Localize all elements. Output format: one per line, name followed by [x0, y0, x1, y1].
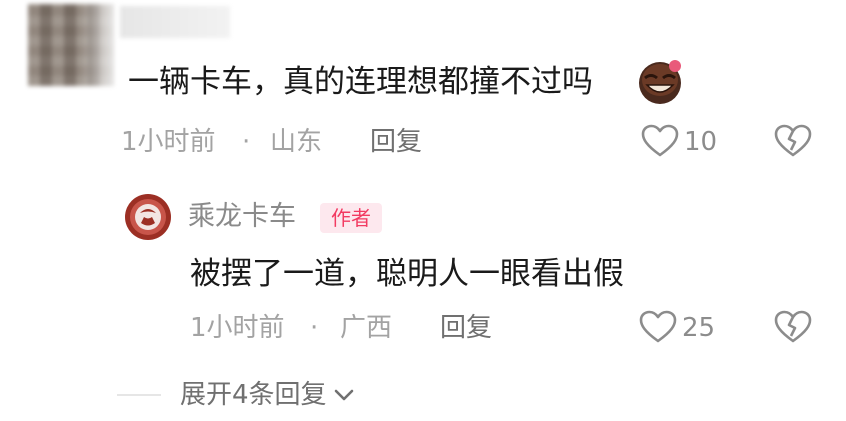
- reply-location: 广西: [340, 313, 393, 343]
- comment-reply-button[interactable]: 回复: [370, 126, 422, 158]
- like-heart-icon[interactable]: [640, 123, 680, 159]
- comment-text: 一辆卡车，真的连理想都撞不过吗: [128, 64, 593, 100]
- like-heart-icon[interactable]: [638, 309, 678, 345]
- chevron-down-icon: [333, 387, 355, 403]
- reply-text: 被摆了一道，聪明人一眼看出假: [190, 256, 624, 292]
- comment-location: 山东: [270, 127, 323, 157]
- meta-dot: ·: [242, 127, 251, 157]
- author-avatar[interactable]: [124, 193, 172, 241]
- expand-replies-button[interactable]: 展开4条回复: [180, 378, 355, 412]
- reply-time: 1小时前: [190, 313, 285, 343]
- username-blurred[interactable]: [120, 6, 230, 38]
- meta-dot: ·: [310, 313, 319, 343]
- expand-replies-label: 展开4条回复: [180, 380, 327, 410]
- dislike-broken-heart-icon[interactable]: [773, 309, 813, 345]
- reply-reply-button[interactable]: 回复: [440, 312, 492, 344]
- laughing-face-emoji-icon: [635, 56, 685, 106]
- avatar-blurred[interactable]: [28, 4, 114, 86]
- expand-divider: [117, 394, 161, 396]
- comment-time: 1小时前: [121, 127, 216, 157]
- reply-like-count: 25: [682, 313, 716, 343]
- author-badge: 作者: [320, 203, 382, 233]
- reply-username[interactable]: 乘龙卡车: [188, 200, 296, 234]
- dislike-broken-heart-icon[interactable]: [773, 123, 813, 159]
- comment-like-count: 10: [684, 127, 718, 157]
